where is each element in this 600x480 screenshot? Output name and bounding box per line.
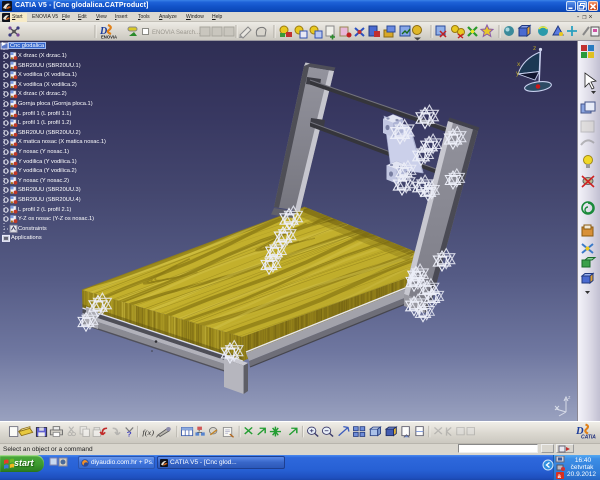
svg-text:ENOVIA: ENOVIA [101, 35, 117, 40]
svg-text:?: ? [127, 430, 132, 438]
svg-text:f(x): f(x) [142, 428, 154, 436]
svg-text:z: z [568, 395, 571, 401]
svg-text:ENOVIA Search...: ENOVIA Search... [152, 30, 200, 36]
svg-text:x: x [517, 61, 521, 68]
svg-text:z: z [533, 45, 536, 52]
svg-text:CATIA: CATIA [581, 435, 596, 441]
